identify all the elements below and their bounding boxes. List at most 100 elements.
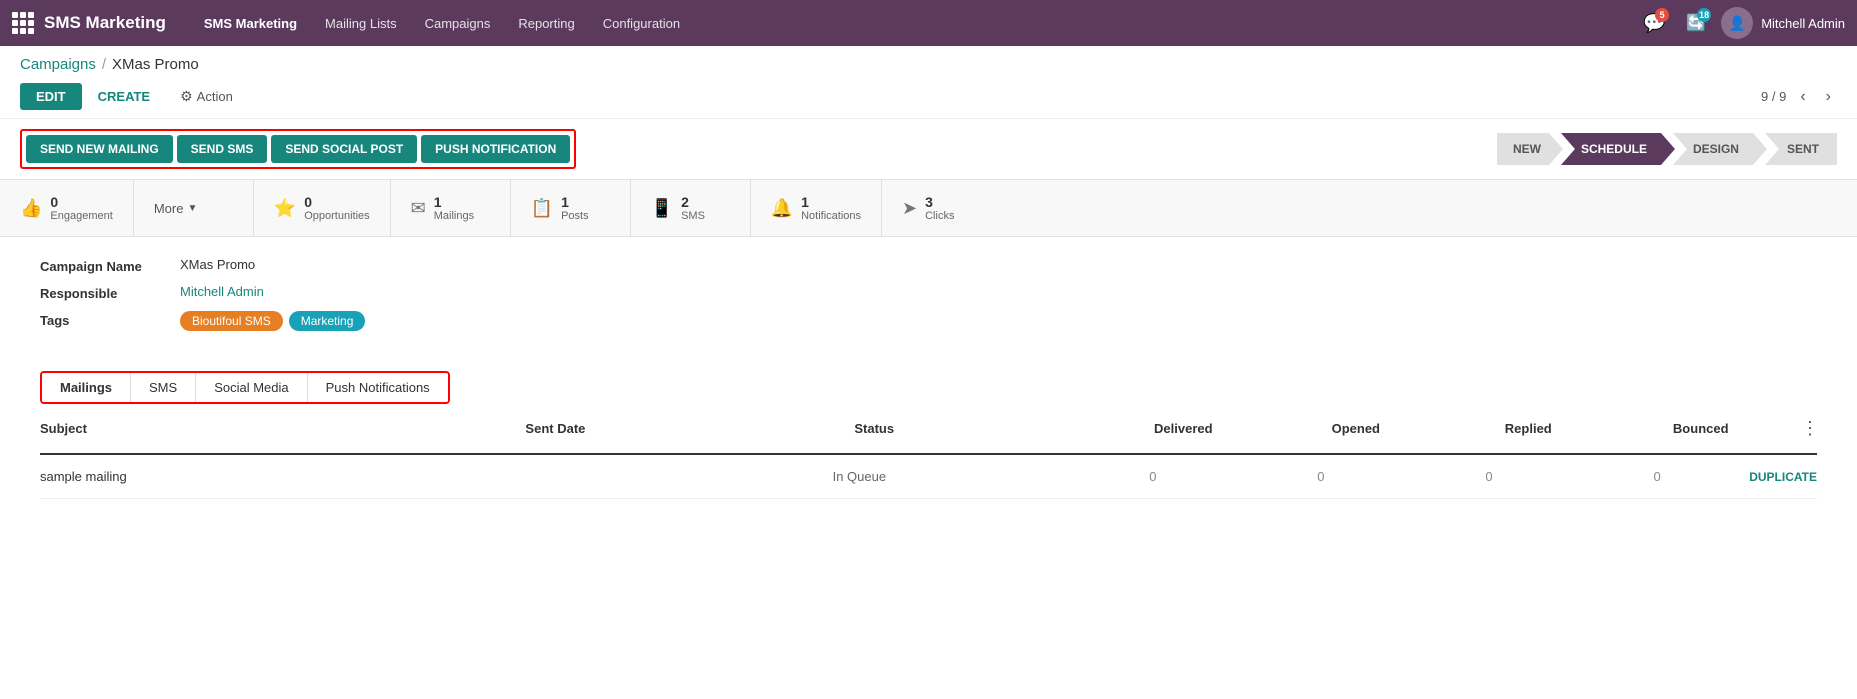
- messages-icon-btn[interactable]: 💬 5: [1637, 6, 1671, 40]
- prev-page-button[interactable]: ‹: [1794, 86, 1811, 108]
- responsible-value[interactable]: Mitchell Admin: [180, 284, 264, 299]
- activity-icon-btn[interactable]: 🔄 18: [1679, 6, 1713, 40]
- campaign-name-value: XMas Promo: [180, 257, 255, 272]
- grid-icon[interactable]: [12, 12, 34, 34]
- avatar-initials: 👤: [1728, 15, 1745, 32]
- opportunities-label: Opportunities: [304, 210, 369, 222]
- pagination-text: 9 / 9: [1761, 89, 1786, 104]
- action-label: Action: [197, 89, 233, 104]
- stat-posts[interactable]: 📋 1 Posts: [511, 180, 631, 236]
- posts-label: Posts: [561, 210, 589, 222]
- tab-mailings[interactable]: Mailings: [42, 373, 131, 402]
- status-sent-button[interactable]: SENT: [1765, 133, 1837, 165]
- th-sent-date: Sent Date: [517, 417, 846, 440]
- td-sent-date: [504, 473, 824, 481]
- nav-reporting[interactable]: Reporting: [504, 0, 588, 46]
- stat-engagement[interactable]: 👍 0 Engagement: [0, 180, 134, 236]
- mailings-label: Mailings: [434, 210, 474, 222]
- tab-social-media[interactable]: Social Media: [196, 373, 307, 402]
- user-name[interactable]: Mitchell Admin: [1761, 16, 1845, 31]
- status-schedule-button[interactable]: SCHEDULE: [1561, 133, 1675, 165]
- nav-links: SMS Marketing Mailing Lists Campaigns Re…: [190, 0, 1637, 46]
- td-replied: 0: [1405, 465, 1573, 488]
- mailings-number: 1: [434, 194, 474, 210]
- brand-name: SMS Marketing: [44, 13, 166, 33]
- td-status: In Queue: [825, 465, 1069, 488]
- pagination: 9 / 9 ‹ ›: [1761, 86, 1837, 108]
- td-subject: sample mailing: [40, 465, 504, 488]
- tag-bioutifoul[interactable]: Bioutifoul SMS: [180, 311, 283, 331]
- th-subject: Subject: [40, 417, 517, 440]
- smart-btn-row: SEND NEW MAILING SEND SMS SEND SOCIAL PO…: [0, 119, 1857, 180]
- status-new-button[interactable]: NEW: [1497, 133, 1563, 165]
- th-delivered: Delivered: [1097, 417, 1269, 440]
- nav-mailing-lists[interactable]: Mailing Lists: [311, 0, 411, 46]
- tab-sms[interactable]: SMS: [131, 373, 196, 402]
- stat-opportunities[interactable]: ⭐ 0 Opportunities: [254, 180, 391, 236]
- bell-icon: 🔔: [771, 198, 793, 219]
- notifications-label: Notifications: [801, 210, 861, 222]
- engagement-number: 0: [50, 194, 112, 210]
- messages-badge: 5: [1655, 8, 1669, 22]
- thumbs-up-icon: 👍: [20, 198, 42, 219]
- tab-push-notifications[interactable]: Push Notifications: [308, 373, 448, 402]
- stat-more[interactable]: More ▼: [134, 180, 254, 236]
- tabs-wrapper: Mailings SMS Social Media Push Notificat…: [40, 371, 450, 404]
- nav-campaigns[interactable]: Campaigns: [411, 0, 505, 46]
- push-notification-button[interactable]: PUSH NOTIFICATION: [421, 135, 570, 163]
- gear-icon: ⚙: [180, 88, 193, 105]
- td-bounced: 0: [1573, 465, 1741, 488]
- send-new-mailing-button[interactable]: SEND NEW MAILING: [26, 135, 173, 163]
- th-replied: Replied: [1442, 417, 1614, 440]
- breadcrumb: Campaigns / XMas Promo: [0, 46, 1857, 79]
- stat-clicks[interactable]: ➤ 3 Clicks: [882, 180, 1002, 236]
- status-buttons: NEW SCHEDULE DESIGN SENT: [1497, 133, 1837, 165]
- tag-marketing[interactable]: Marketing: [289, 311, 366, 331]
- responsible-label: Responsible: [40, 284, 180, 301]
- send-sms-button[interactable]: SEND SMS: [177, 135, 268, 163]
- breadcrumb-separator: /: [102, 56, 106, 73]
- avatar[interactable]: 👤: [1721, 7, 1753, 39]
- nav-configuration[interactable]: Configuration: [589, 0, 694, 46]
- table-section: Subject Sent Date Status Delivered Opene…: [0, 404, 1857, 499]
- tags-label: Tags: [40, 311, 180, 328]
- chevron-down-icon: ▼: [187, 203, 197, 214]
- create-button[interactable]: CREATE: [88, 83, 160, 110]
- td-delivered: 0: [1069, 465, 1237, 488]
- sms-label: SMS: [681, 210, 705, 222]
- breadcrumb-current: XMas Promo: [112, 56, 199, 73]
- nav-sms-marketing[interactable]: SMS Marketing: [190, 0, 311, 46]
- td-duplicate: DUPLICATE: [1741, 465, 1817, 488]
- action-link[interactable]: ⚙ Action: [180, 88, 233, 105]
- breadcrumb-parent[interactable]: Campaigns: [20, 56, 96, 73]
- more-dropdown: More ▼: [154, 201, 198, 216]
- stat-mailings[interactable]: ✉ 1 Mailings: [391, 180, 511, 236]
- next-page-button[interactable]: ›: [1820, 86, 1837, 108]
- sms-icon: 📱: [651, 198, 673, 219]
- app-brand[interactable]: SMS Marketing: [12, 12, 166, 34]
- activity-badge: 18: [1697, 8, 1711, 22]
- main-content: Campaigns / XMas Promo EDIT CREATE ⚙ Act…: [0, 46, 1857, 699]
- stat-sms[interactable]: 📱 2 SMS: [631, 180, 751, 236]
- table-row: sample mailing In Queue 0 0 0 0 DUPLICAT…: [40, 455, 1817, 499]
- star-icon: ⭐: [274, 198, 296, 219]
- form-area: Campaign Name XMas Promo Responsible Mit…: [0, 237, 1857, 361]
- edit-button[interactable]: EDIT: [20, 83, 82, 110]
- opportunities-number: 0: [304, 194, 369, 210]
- envelope-icon: ✉: [411, 198, 426, 219]
- status-design-button[interactable]: DESIGN: [1673, 133, 1767, 165]
- action-buttons-group: SEND NEW MAILING SEND SMS SEND SOCIAL PO…: [20, 129, 576, 169]
- more-label: More: [154, 201, 184, 216]
- campaign-name-label: Campaign Name: [40, 257, 180, 274]
- tags-container: Bioutifoul SMS Marketing: [180, 311, 365, 331]
- clicks-label: Clicks: [925, 210, 954, 222]
- navbar-right: 💬 5 🔄 18 👤 Mitchell Admin: [1637, 6, 1845, 40]
- th-bounced: Bounced: [1615, 417, 1787, 440]
- tabs-section: Mailings SMS Social Media Push Notificat…: [0, 361, 1857, 404]
- send-social-post-button[interactable]: SEND SOCIAL POST: [271, 135, 417, 163]
- stat-notifications[interactable]: 🔔 1 Notifications: [751, 180, 882, 236]
- navbar: SMS Marketing SMS Marketing Mailing List…: [0, 0, 1857, 46]
- duplicate-button[interactable]: DUPLICATE: [1749, 470, 1817, 484]
- engagement-label: Engagement: [50, 210, 112, 222]
- table-options-button[interactable]: ⋮: [1795, 416, 1825, 441]
